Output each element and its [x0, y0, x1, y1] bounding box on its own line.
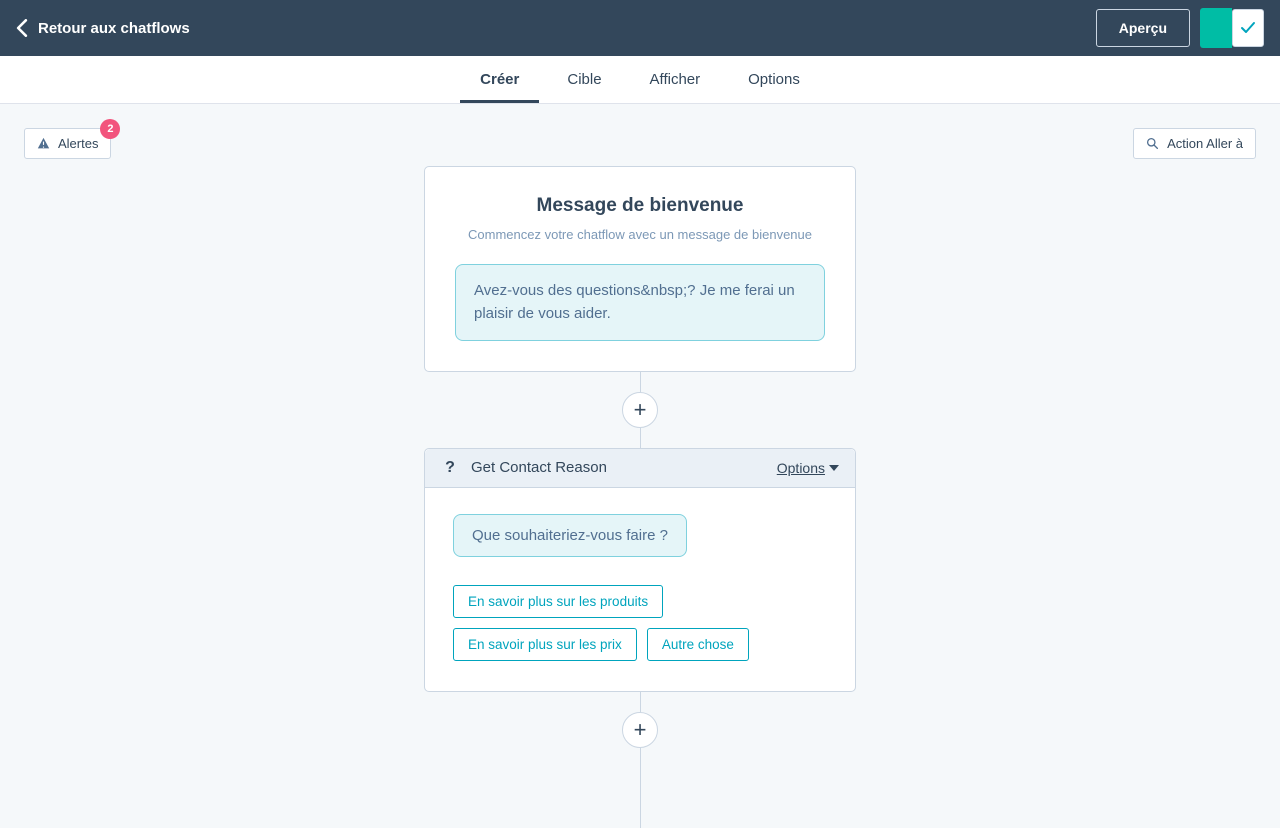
tab-options[interactable]: Options — [748, 56, 800, 103]
plus-icon: + — [634, 717, 647, 743]
question-icon: ? — [441, 459, 459, 477]
back-label: Retour aux chatflows — [38, 20, 190, 37]
plus-icon: + — [634, 397, 647, 423]
tab-label: Créer — [480, 71, 519, 88]
preview-button[interactable]: Aperçu — [1096, 9, 1190, 47]
toggle-confirm-group — [1200, 8, 1264, 48]
app-header: Retour aux chatflows Aperçu — [0, 0, 1280, 56]
step-header: ? Get Contact Reason Options — [425, 449, 855, 488]
search-icon — [1146, 137, 1159, 150]
tab-create[interactable]: Créer — [480, 56, 519, 103]
back-to-chatflows[interactable]: Retour aux chatflows — [16, 19, 190, 37]
welcome-message-bubble: Avez-vous des questions&nbsp;? Je me fer… — [455, 264, 825, 341]
goto-action-button[interactable]: Action Aller à — [1133, 128, 1256, 159]
tab-display[interactable]: Afficher — [650, 56, 701, 103]
quick-reply-chip[interactable]: En savoir plus sur les produits — [453, 585, 663, 618]
step-title: Get Contact Reason — [471, 459, 765, 476]
goto-label: Action Aller à — [1167, 136, 1243, 151]
quick-reply-chip[interactable]: Autre chose — [647, 628, 749, 661]
main-tabs: Créer Cible Afficher Options — [0, 56, 1280, 104]
add-step-button[interactable]: + — [622, 392, 658, 428]
chevron-left-icon — [16, 19, 28, 37]
tab-label: Options — [748, 71, 800, 88]
tab-label: Cible — [567, 71, 601, 88]
connector-line — [640, 372, 641, 392]
welcome-subtitle: Commencez votre chatflow avec un message… — [455, 227, 825, 242]
header-actions: Aperçu — [1096, 8, 1264, 48]
tab-label: Afficher — [650, 71, 701, 88]
quick-reply-chips: En savoir plus sur les produits En savoi… — [453, 585, 827, 661]
confirm-button[interactable] — [1232, 9, 1264, 47]
connector-line — [640, 428, 641, 448]
add-step-button[interactable]: + — [622, 712, 658, 748]
step-body: Que souhaiteriez-vous faire ? En savoir … — [425, 488, 855, 691]
caret-down-icon — [829, 465, 839, 471]
toggle-indicator[interactable] — [1200, 8, 1232, 48]
quick-reply-chip[interactable]: En savoir plus sur les prix — [453, 628, 637, 661]
connector-line — [640, 748, 641, 828]
alerts-label: Alertes — [58, 136, 98, 151]
step-options-menu[interactable]: Options — [777, 460, 839, 476]
flow-canvas: Alertes 2 Action Aller à Message de bien… — [0, 104, 1280, 813]
check-icon — [1240, 20, 1256, 36]
step-prompt-bubble: Que souhaiteriez-vous faire ? — [453, 514, 687, 557]
tab-target[interactable]: Cible — [567, 56, 601, 103]
welcome-message-card[interactable]: Message de bienvenue Commencez votre cha… — [424, 166, 856, 372]
connector-line — [640, 692, 641, 712]
welcome-title: Message de bienvenue — [455, 195, 825, 217]
alerts-button[interactable]: Alertes 2 — [24, 128, 111, 159]
flow-column: Message de bienvenue Commencez votre cha… — [0, 104, 1280, 828]
step-card-get-contact-reason[interactable]: ? Get Contact Reason Options Que souhait… — [424, 448, 856, 692]
warning-icon — [37, 137, 50, 150]
step-options-label: Options — [777, 460, 825, 476]
